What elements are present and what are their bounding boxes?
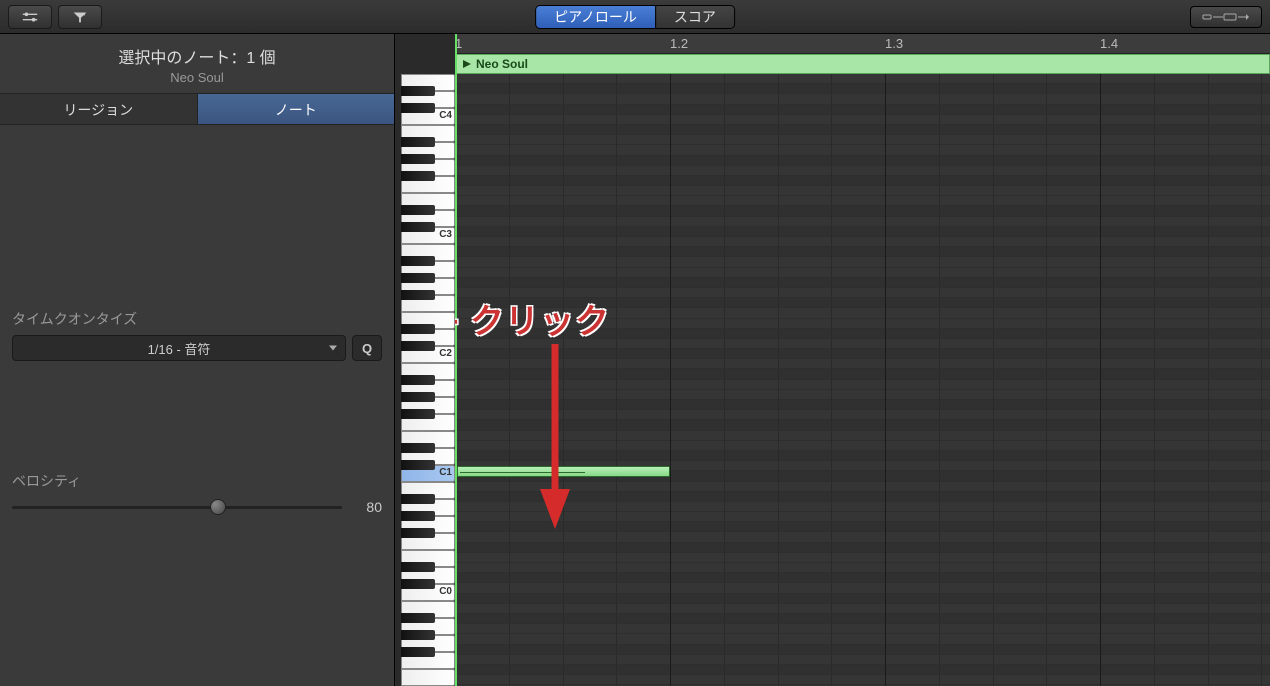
black-key[interactable]: [401, 460, 435, 471]
svg-text:▾: ▾: [83, 12, 86, 18]
black-key[interactable]: [401, 443, 435, 454]
quantize-select[interactable]: 1/16 - 音符: [12, 335, 346, 361]
black-key[interactable]: [401, 273, 435, 284]
playhead[interactable]: [455, 34, 457, 686]
velocity-slider[interactable]: [12, 497, 342, 517]
black-key[interactable]: [401, 630, 435, 641]
black-key[interactable]: [401, 256, 435, 267]
black-key[interactable]: [401, 528, 435, 539]
ruler-beat: 1.2: [670, 36, 688, 51]
tab-region[interactable]: リージョン: [0, 93, 197, 125]
zoom-control[interactable]: [1190, 6, 1262, 28]
black-key[interactable]: [401, 579, 435, 590]
tab-score[interactable]: スコア: [655, 6, 734, 28]
quantize-value: 1/16 - 音符: [148, 339, 211, 358]
quantize-apply-button[interactable]: Q: [352, 335, 382, 361]
selection-subtitle: Neo Soul: [0, 70, 394, 85]
black-key[interactable]: [401, 222, 435, 233]
selection-title: 選択中のノート：1 個: [0, 44, 394, 68]
black-key[interactable]: [401, 613, 435, 624]
black-key[interactable]: [401, 205, 435, 216]
ruler-beat: 1.3: [885, 36, 903, 51]
black-key[interactable]: [401, 290, 435, 301]
time-ruler[interactable]: 11.21.31.4 Neo Soul: [455, 34, 1270, 74]
black-key[interactable]: [401, 103, 435, 114]
region-name: Neo Soul: [476, 57, 528, 71]
tab-note[interactable]: ノート: [197, 93, 395, 125]
midi-note[interactable]: [457, 466, 670, 477]
black-key[interactable]: [401, 375, 435, 386]
velocity-label: ベロシティ: [12, 471, 382, 491]
black-key[interactable]: [401, 171, 435, 182]
black-key[interactable]: [401, 154, 435, 165]
black-key[interactable]: [401, 392, 435, 403]
black-key[interactable]: [401, 409, 435, 420]
tab-piano-roll[interactable]: ピアノロール: [536, 6, 655, 28]
ruler-beat: 1.4: [1100, 36, 1118, 51]
play-icon: [462, 59, 472, 69]
black-key[interactable]: [401, 137, 435, 148]
quantize-label: タイムクオンタイズ: [12, 309, 382, 329]
black-key[interactable]: [401, 494, 435, 505]
black-key[interactable]: [401, 511, 435, 522]
region-header[interactable]: Neo Soul: [455, 54, 1270, 74]
filter-button[interactable]: ▾: [58, 5, 102, 29]
piano-keyboard[interactable]: C4C3C2C1C0: [395, 34, 455, 686]
black-key[interactable]: [401, 324, 435, 335]
left-toolbar: ▾: [8, 5, 102, 29]
piano-roll-grid[interactable]: 11.21.31.4 Neo Soul Command + クリック: [455, 34, 1270, 686]
slider-knob[interactable]: [210, 499, 226, 515]
inspector-sidebar: 選択中のノート：1 個 Neo Soul リージョン ノート タイムクオンタイズ…: [0, 34, 395, 686]
view-tabs: ピアノロール スコア: [535, 5, 735, 29]
black-key[interactable]: [401, 562, 435, 573]
inspector-toggle-button[interactable]: [8, 5, 52, 29]
black-key[interactable]: [401, 647, 435, 658]
black-key[interactable]: [401, 86, 435, 97]
chevron-down-icon: [329, 346, 337, 351]
black-key[interactable]: [401, 341, 435, 352]
white-key[interactable]: [401, 669, 455, 686]
top-header: ▾ ピアノロール スコア: [0, 0, 1270, 34]
velocity-value: 80: [352, 499, 382, 515]
